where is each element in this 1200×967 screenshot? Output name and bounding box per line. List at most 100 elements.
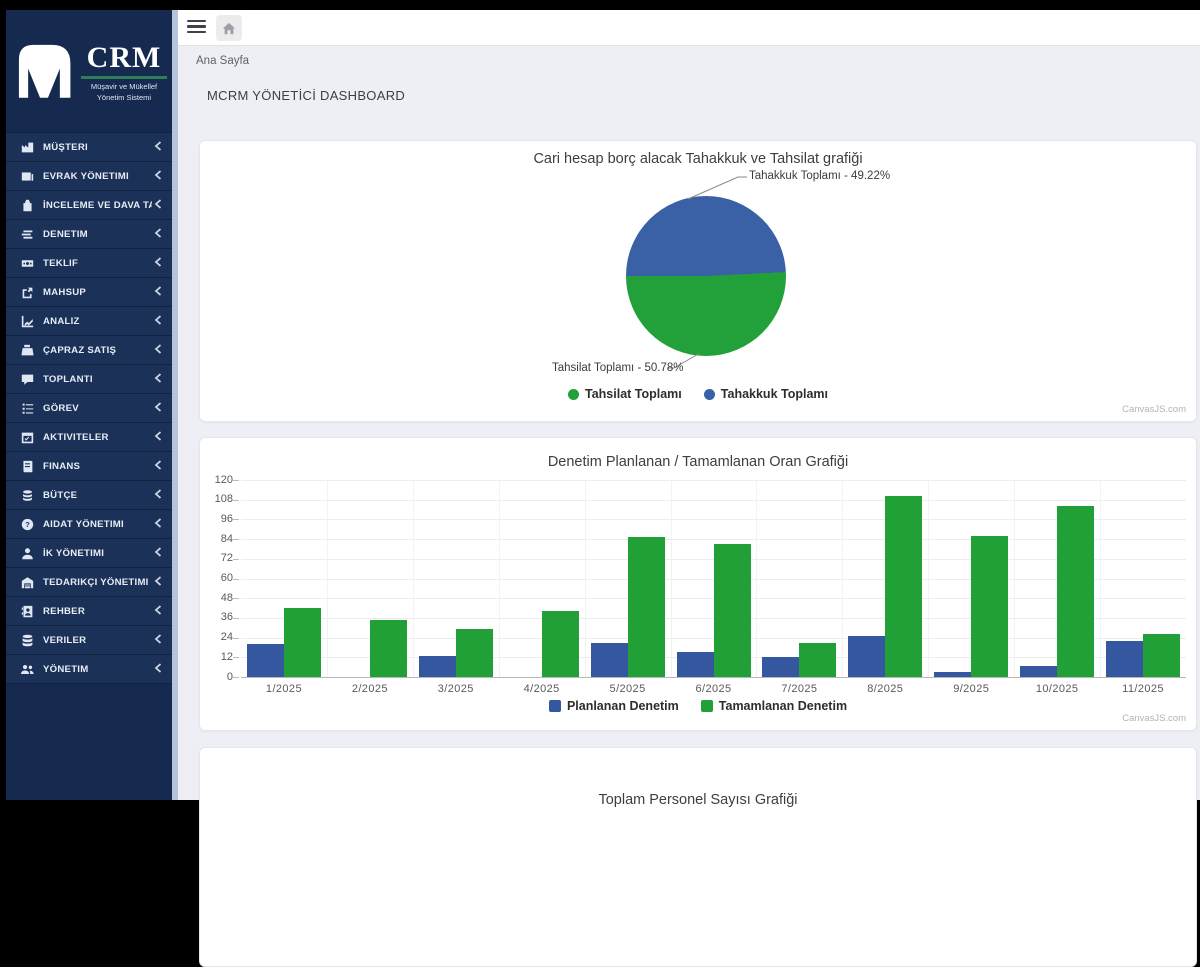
sidebar-item-aktiviteler[interactable]: AKTIVITELER xyxy=(6,423,172,452)
x-axis-label: 9/2025 xyxy=(936,683,1006,695)
pie-chart[interactable] xyxy=(626,196,786,356)
sidebar-item-g-rev[interactable]: GÖREV xyxy=(6,394,172,423)
bar-planlanan-denetim-3-2025[interactable] xyxy=(419,656,456,677)
bar-planlanan-denetim-10-2025[interactable] xyxy=(1020,666,1057,677)
personnel-chart-card: Toplam Personel Sayısı Grafiği xyxy=(199,747,1197,967)
x-axis-label: 3/2025 xyxy=(421,683,491,695)
canvasjs-watermark[interactable]: CanvasJS.com xyxy=(1122,404,1186,415)
pie-chart-card: Cari hesap borç alacak Tahakkuk ve Tahsi… xyxy=(199,140,1197,422)
clipboard-icon xyxy=(19,197,35,213)
bar-tamamlanan-denetim-9-2025[interactable] xyxy=(971,536,1008,677)
logo-subtitle-line1: Müşavir ve Mükellef xyxy=(91,82,157,91)
newspaper-icon xyxy=(19,168,35,184)
sidebar-item-label: FINANS xyxy=(43,461,152,472)
y-axis-label: 72 xyxy=(201,552,233,564)
sidebar-item-veriler[interactable]: VERILER xyxy=(6,626,172,655)
bar-planlanan-denetim-5-2025[interactable] xyxy=(591,643,628,677)
legend-item-tamamlanan-denetim[interactable]: Tamamlanan Denetim xyxy=(701,699,847,713)
x-axis-label: 8/2025 xyxy=(850,683,920,695)
sidebar-item-label: AKTIVITELER xyxy=(43,432,152,443)
content: Ana Sayfa MCRM YÖNETİCİ DASHBOARD Cari h… xyxy=(178,46,1200,800)
bar-chart[interactable]: 012243648607284961081201/20252/20253/202… xyxy=(241,480,1186,677)
bar-tamamlanan-denetim-3-2025[interactable] xyxy=(456,629,493,677)
sidebar-item-rehber[interactable]: REHBER xyxy=(6,597,172,626)
chevron-left-icon xyxy=(154,631,162,649)
bar-tamamlanan-denetim-6-2025[interactable] xyxy=(714,544,751,677)
journal-icon xyxy=(19,458,35,474)
chevron-left-icon xyxy=(154,138,162,156)
bar-planlanan-denetim-11-2025[interactable] xyxy=(1106,641,1143,677)
bar-tamamlanan-denetim-10-2025[interactable] xyxy=(1057,506,1094,677)
y-axis-tick xyxy=(233,638,239,639)
page-title: MCRM YÖNETİCİ DASHBOARD xyxy=(207,88,405,103)
bar-tamamlanan-denetim-2-2025[interactable] xyxy=(370,620,407,677)
chevron-left-icon xyxy=(154,283,162,301)
gridline xyxy=(241,500,1186,501)
chevron-left-icon xyxy=(154,225,162,243)
pie-chart-title: Cari hesap borç alacak Tahakkuk ve Tahsi… xyxy=(200,151,1196,167)
sidebar-item-label: BÜTÇE xyxy=(43,490,152,501)
main-area: Ana Sayfa MCRM YÖNETİCİ DASHBOARD Cari h… xyxy=(178,10,1200,800)
x-axis-label: 6/2025 xyxy=(679,683,749,695)
pie-callout-tahakkuk: Tahakkuk Toplamı - 49.22% xyxy=(749,170,890,182)
y-axis-tick xyxy=(233,480,239,481)
bar-planlanan-denetim-7-2025[interactable] xyxy=(762,657,799,677)
bar-planlanan-denetim-6-2025[interactable] xyxy=(677,652,714,677)
sidebar-item-finans[interactable]: FINANS xyxy=(6,452,172,481)
sidebar-item-label: TEDARIKÇI YÖNETIMI xyxy=(43,577,152,588)
bar-planlanan-denetim-1-2025[interactable] xyxy=(247,644,284,677)
sidebar-item-y-netim[interactable]: YÖNETIM xyxy=(6,655,172,684)
gridline xyxy=(241,480,1186,481)
sidebar-item-b-t-e[interactable]: BÜTÇE xyxy=(6,481,172,510)
y-axis-label: 48 xyxy=(201,592,233,604)
external-link-icon xyxy=(19,284,35,300)
pie-legend: Tahsilat Toplamı Tahakkuk Toplamı xyxy=(200,387,1196,401)
legend-item-tahsilat-toplam[interactable]: Tahsilat Toplamı xyxy=(568,387,682,401)
bar-tamamlanan-denetim-5-2025[interactable] xyxy=(628,537,665,677)
sidebar-item-tedarik-i-y-netimi[interactable]: TEDARIKÇI YÖNETIMI xyxy=(6,568,172,597)
sidebar-item-toplanti[interactable]: TOPLANTI xyxy=(6,365,172,394)
breadcrumb[interactable]: Ana Sayfa xyxy=(196,55,249,67)
sidebar-item-evrak-y-netimi[interactable]: EVRAK YÖNETIMI xyxy=(6,162,172,191)
sidebar-item-apraz-sati[interactable]: ÇAPRAZ SATIŞ xyxy=(6,336,172,365)
logo-accent-rule xyxy=(81,76,167,79)
menu-toggle-icon[interactable] xyxy=(187,20,206,35)
bar-tamamlanan-denetim-8-2025[interactable] xyxy=(885,496,922,677)
chevron-left-icon xyxy=(154,399,162,417)
sidebar-item-aidat-y-netimi[interactable]: ?AIDAT YÖNETIMI xyxy=(6,510,172,539)
legend-label: Planlanan Denetim xyxy=(567,699,679,713)
y-axis-tick xyxy=(233,559,239,560)
canvasjs-watermark[interactable]: CanvasJS.com xyxy=(1122,713,1186,724)
sidebar-item-teklif[interactable]: TEKLIF xyxy=(6,249,172,278)
sidebar-item-mahsup[interactable]: MAHSUP xyxy=(6,278,172,307)
bar-tamamlanan-denetim-11-2025[interactable] xyxy=(1143,634,1180,677)
vertical-gridline xyxy=(756,480,757,677)
industry-icon xyxy=(19,139,35,155)
x-axis-label: 7/2025 xyxy=(764,683,834,695)
sidebar-item-denetim[interactable]: DENETIM xyxy=(6,220,172,249)
app-logo[interactable]: CRM Müşavir ve Mükellef Yönetim Sistemi xyxy=(6,10,172,132)
sidebar-item-label: EVRAK YÖNETIMI xyxy=(43,171,152,182)
legend-item-tahakkuk-toplam[interactable]: Tahakkuk Toplamı xyxy=(704,387,828,401)
sidebar-item-analiz[interactable]: ANALIZ xyxy=(6,307,172,336)
y-axis-tick xyxy=(233,657,239,658)
bar-planlanan-denetim-9-2025[interactable] xyxy=(934,672,971,677)
bar-tamamlanan-denetim-7-2025[interactable] xyxy=(799,643,836,677)
y-axis-label: 36 xyxy=(201,611,233,623)
sidebar-item-i-k-y-netimi[interactable]: İK YÖNETIMI xyxy=(6,539,172,568)
y-axis-label: 84 xyxy=(201,533,233,545)
vertical-gridline xyxy=(413,480,414,677)
sidebar-item-label: MAHSUP xyxy=(43,287,152,298)
bar-planlanan-denetim-8-2025[interactable] xyxy=(848,636,885,677)
sidebar-item-i-nceleme-ve-dava-takip[interactable]: İNCELEME VE DAVA TAKIP xyxy=(6,191,172,220)
x-axis-label: 1/2025 xyxy=(249,683,319,695)
legend-item-planlanan-denetim[interactable]: Planlanan Denetim xyxy=(549,699,679,713)
vertical-gridline xyxy=(671,480,672,677)
sidebar-item-m-teri[interactable]: MÜŞTERI xyxy=(6,133,172,162)
y-axis-tick xyxy=(233,618,239,619)
home-button[interactable] xyxy=(216,15,242,41)
bar-tamamlanan-denetim-1-2025[interactable] xyxy=(284,608,321,677)
bar-tamamlanan-denetim-4-2025[interactable] xyxy=(542,611,579,677)
sidebar-item-label: VERILER xyxy=(43,635,152,646)
bar-chart-card: Denetim Planlanan / Tamamlanan Oran Graf… xyxy=(199,437,1197,731)
